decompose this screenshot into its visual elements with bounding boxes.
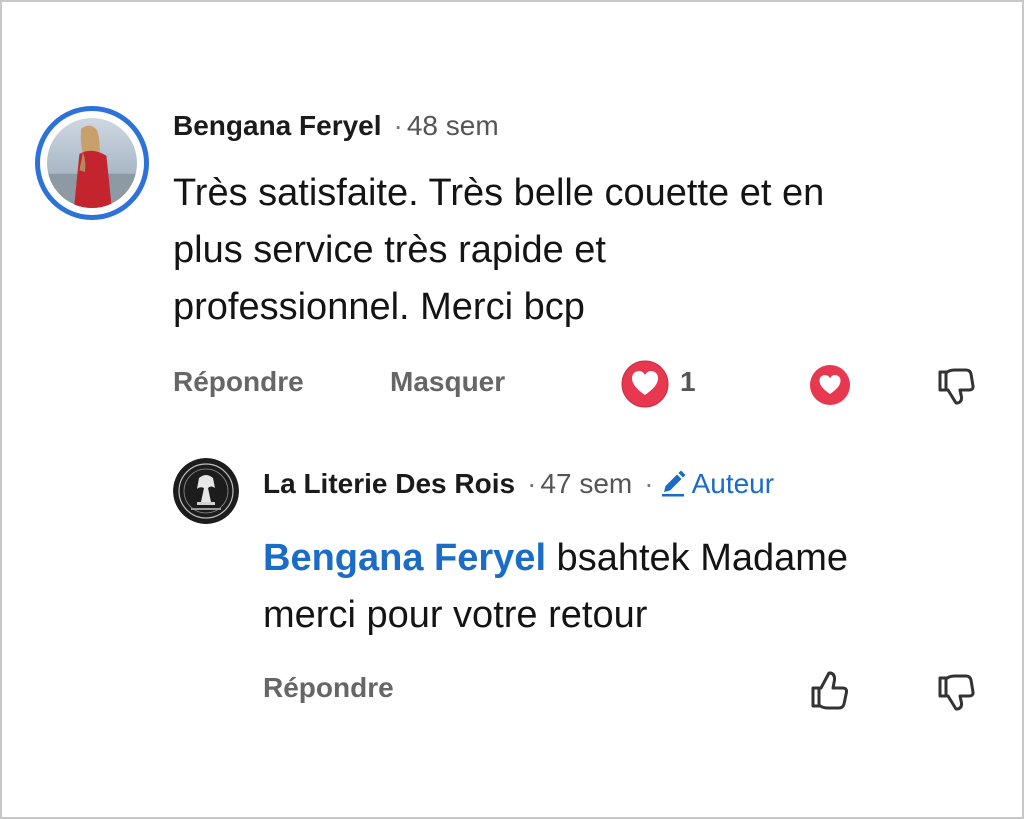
- comment-header: Bengana Feryel · 48 sem: [173, 110, 499, 142]
- reply-text-line: Bengana Feryel bsahtek Madame: [263, 530, 983, 587]
- brand-logo-image: [173, 458, 239, 524]
- thumbs-down-icon[interactable]: [935, 670, 975, 714]
- reply-time[interactable]: 47 sem: [540, 468, 632, 499]
- comment-text-line: plus service très rapide et: [173, 229, 606, 271]
- comment-time[interactable]: 48 sem: [407, 110, 499, 141]
- profile-photo: [47, 118, 137, 208]
- author-badge-label: Auteur: [691, 468, 775, 499]
- comment-actions: Répondre Masquer 1: [173, 359, 993, 409]
- thumbs-down-icon[interactable]: [935, 364, 975, 408]
- reply-text-first: bsahtek Madame: [546, 537, 849, 579]
- heart-reaction-icon[interactable]: [620, 359, 670, 409]
- reply-text-line: merci pour votre retour: [263, 594, 648, 636]
- reply-header: La Literie Des Rois · 47 sem · Auteur: [263, 468, 774, 500]
- comment-text-line: Très satisfaite. Très belle couette et e…: [173, 172, 825, 214]
- separator-dot: ·: [644, 468, 654, 499]
- pencil-icon: [661, 470, 686, 497]
- reply-button[interactable]: Répondre: [263, 668, 394, 708]
- avatar[interactable]: [35, 106, 149, 220]
- reply-author[interactable]: La Literie Des Rois: [263, 468, 515, 499]
- comment-author[interactable]: Bengana Feryel: [173, 110, 382, 141]
- thumbs-up-icon[interactable]: [808, 668, 852, 712]
- comment-text: Très satisfaite. Très belle couette et e…: [173, 165, 993, 336]
- separator-dot: ·: [527, 468, 537, 499]
- reaction-count: 1: [680, 366, 696, 397]
- profile-photo-image: [47, 118, 137, 208]
- heart-icon[interactable]: [808, 363, 852, 407]
- author-badge[interactable]: Auteur: [658, 468, 775, 499]
- brand-logo[interactable]: [173, 458, 239, 524]
- comment-thread: Bengana Feryel · 48 sem Très satisfaite. T…: [0, 0, 1024, 819]
- comment-text-line: professionnel. Merci bcp: [173, 286, 585, 328]
- reply-text: Bengana Feryel bsahtek Madame merci pour…: [263, 530, 983, 644]
- mention-link[interactable]: Bengana Feryel: [263, 537, 546, 579]
- hide-button[interactable]: Masquer: [390, 362, 505, 402]
- reply-button[interactable]: Répondre: [173, 362, 304, 402]
- reply-actions: Répondre: [263, 668, 993, 712]
- separator-dot: ·: [393, 110, 403, 141]
